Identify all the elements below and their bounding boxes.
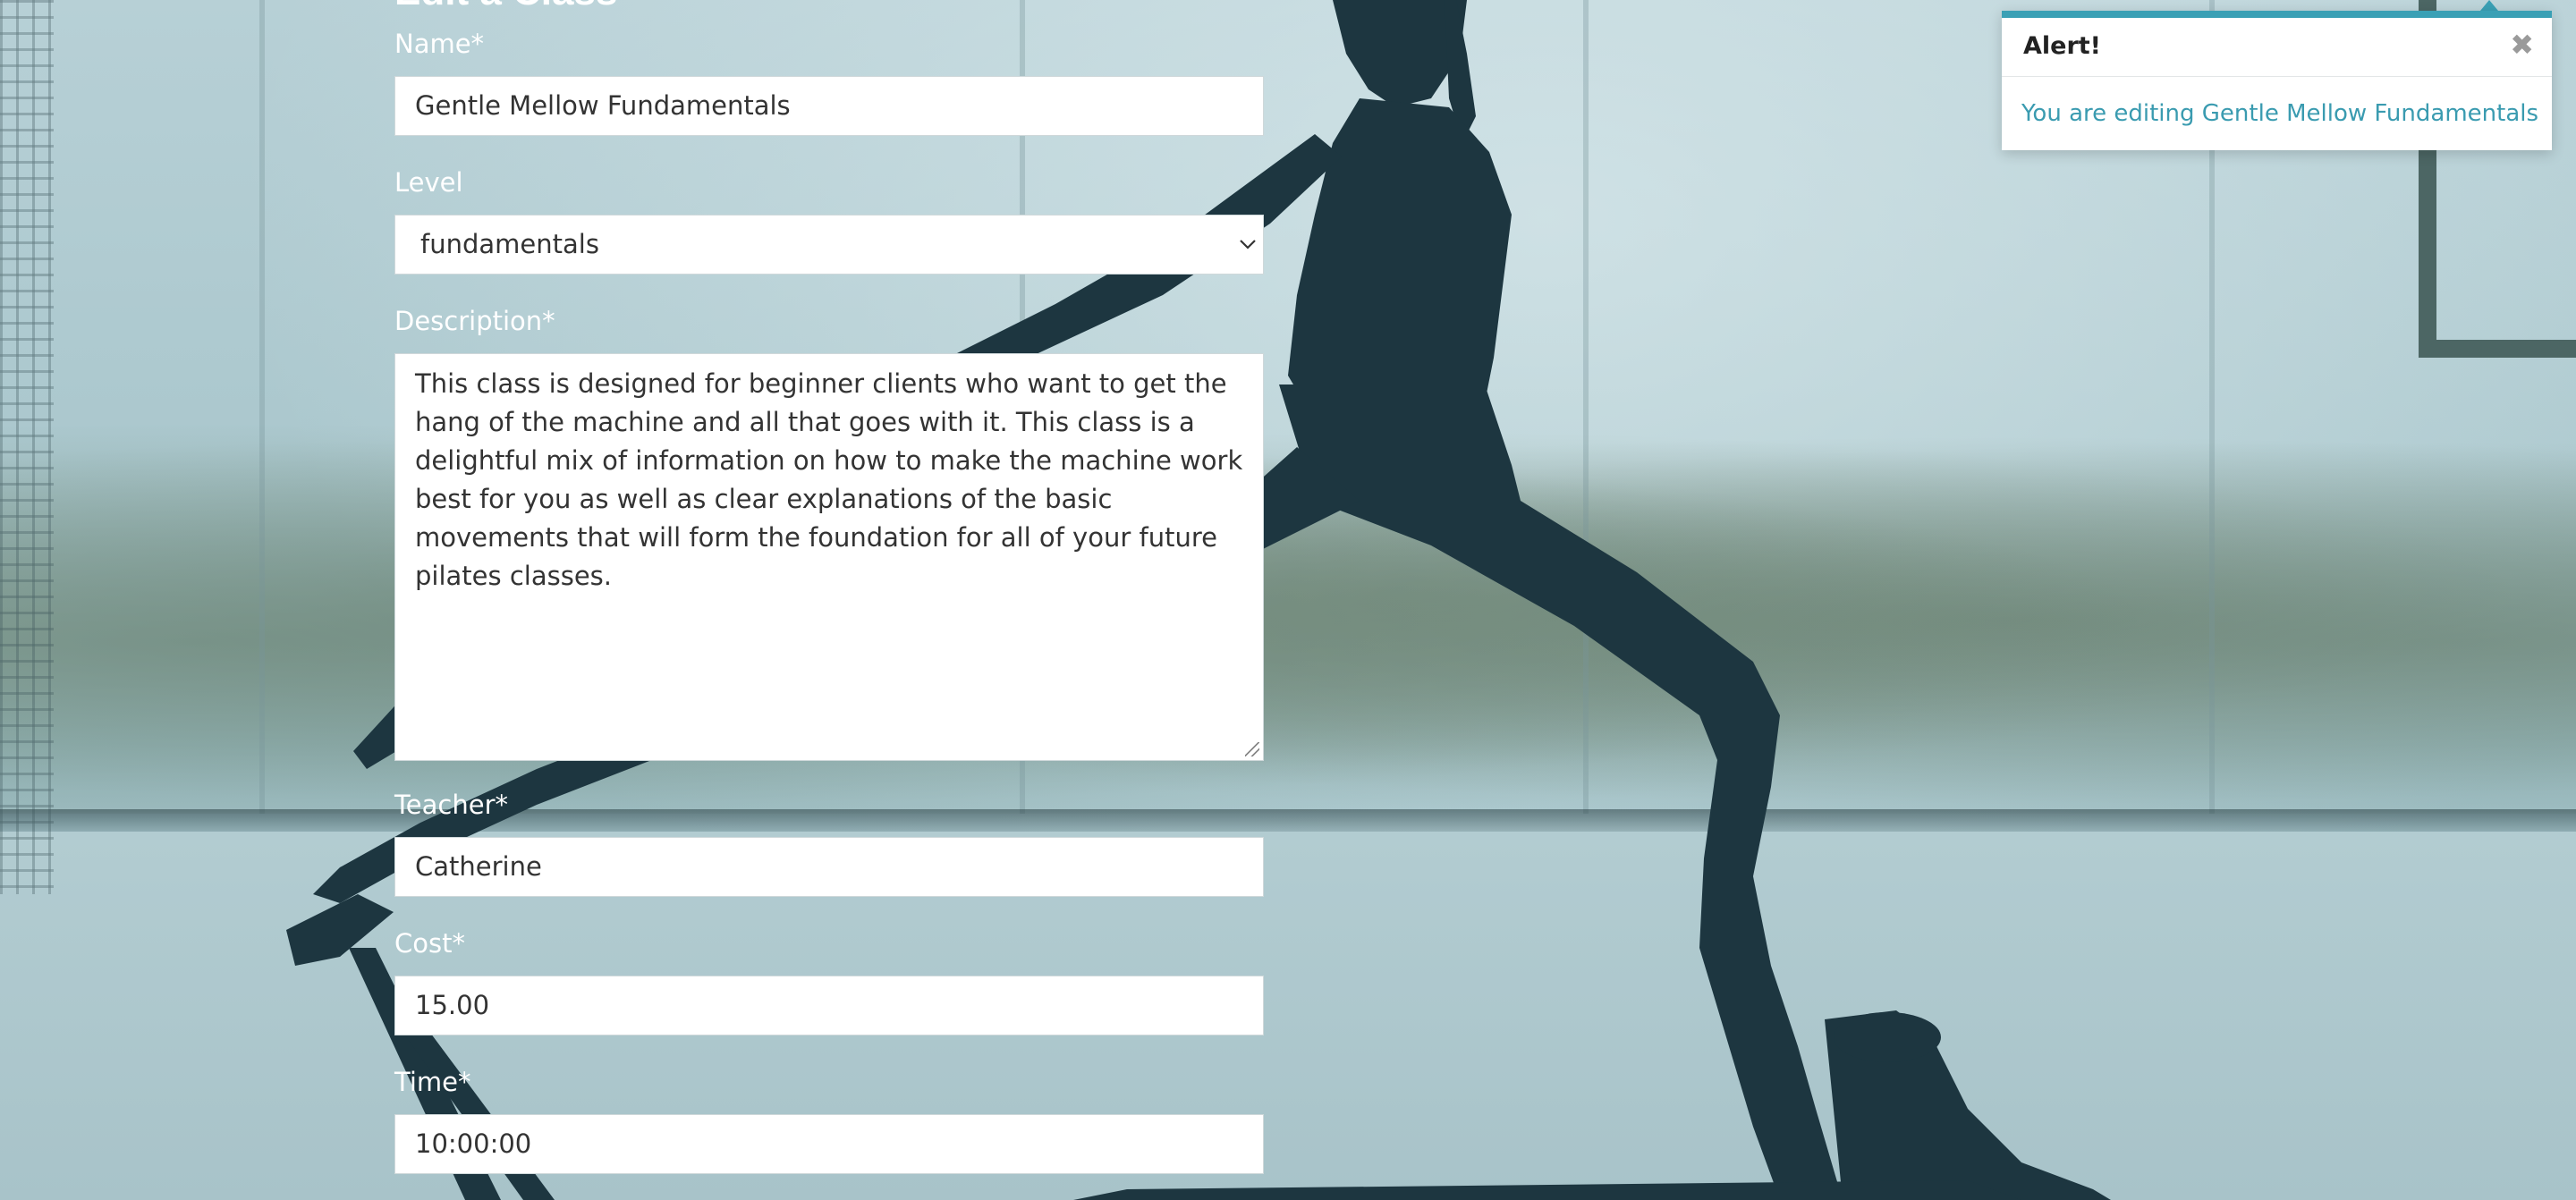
alert-message: You are editing Gentle Mellow Fundamenta…: [2021, 100, 2539, 127]
background-glow: [0, 0, 2576, 1200]
pilates-silhouette-image: [286, 0, 2111, 1200]
window-sill: [0, 809, 2576, 832]
level-label: Level: [394, 167, 463, 198]
window-mullion: [1583, 0, 1589, 814]
description-text: This class is designed for beginner clie…: [415, 368, 1243, 591]
background-floor: [0, 832, 2576, 1200]
name-label: Name*: [394, 29, 485, 59]
chevron-down-icon: [1238, 215, 1258, 274]
time-label: Time*: [394, 1067, 471, 1097]
alert-header: Alert! ✖: [2002, 18, 2552, 77]
level-select[interactable]: fundamentals: [394, 215, 1264, 275]
cost-label: Cost*: [394, 928, 465, 959]
level-select-value: fundamentals: [420, 229, 599, 259]
alert-pointer: [2480, 0, 2498, 11]
name-input[interactable]: Gentle Mellow Fundamentals: [394, 76, 1264, 136]
resize-handle-icon[interactable]: [1245, 742, 1259, 756]
description-textarea[interactable]: This class is designed for beginner clie…: [394, 353, 1264, 761]
teacher-input[interactable]: Catherine: [394, 837, 1264, 897]
background-foliage: [0, 385, 2576, 814]
cost-input[interactable]: 15.00: [394, 976, 1264, 1035]
description-label: Description*: [394, 306, 555, 336]
teacher-label: Teacher*: [394, 790, 508, 820]
window-mullion: [259, 0, 265, 814]
close-icon[interactable]: ✖: [2510, 27, 2534, 63]
page: Edit a Class Name* Gentle Mellow Fundame…: [0, 0, 2576, 1200]
window-grid: [0, 0, 54, 894]
time-input[interactable]: 10:00:00: [394, 1114, 1264, 1174]
alert-title: Alert!: [2023, 32, 2101, 60]
alert-toast: Alert! ✖ You are editing Gentle Mellow F…: [2002, 11, 2552, 150]
page-title: Edit a Class: [394, 0, 617, 14]
